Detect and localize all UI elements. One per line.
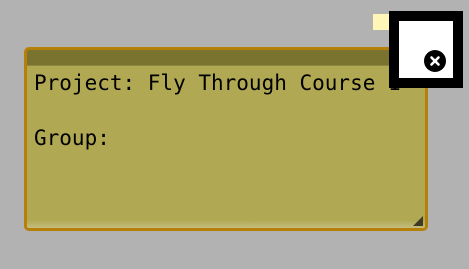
sticky-note[interactable]: Project: Fly Through Course 1 Group: <box>24 47 428 231</box>
close-button[interactable] <box>424 50 446 72</box>
close-button-frame <box>389 11 463 88</box>
close-button-backdrop <box>399 21 453 78</box>
close-icon <box>430 56 440 66</box>
group-label: Group: <box>34 126 110 150</box>
project-label: Project: Fly Through Course 1 <box>34 71 401 95</box>
note-title-bar[interactable] <box>27 50 425 65</box>
note-bottom-shade <box>27 220 425 228</box>
resize-grip-icon[interactable] <box>413 216 423 226</box>
